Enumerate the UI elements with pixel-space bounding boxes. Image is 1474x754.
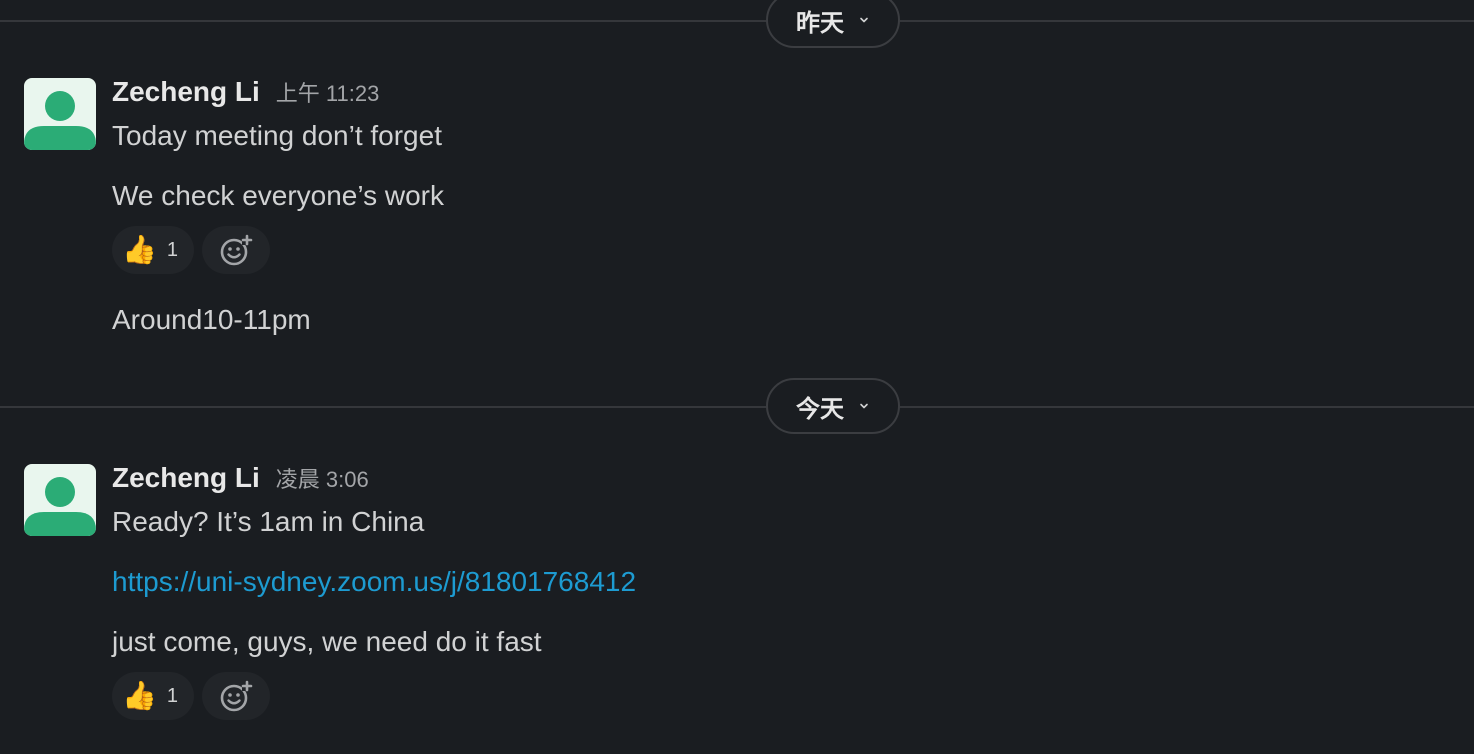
thumbs-up-icon: 👍	[122, 680, 157, 711]
message-timestamp[interactable]: 上午 11:23	[276, 76, 380, 108]
author-name[interactable]: Zecheng Li	[112, 76, 260, 108]
date-label: 昨天	[796, 9, 844, 37]
reaction-thumbs-up[interactable]: 👍 1	[112, 672, 194, 720]
add-reaction-button[interactable]	[202, 226, 270, 274]
author-name[interactable]: Zecheng Li	[112, 462, 260, 494]
message-text: Today meeting don’t forget	[112, 120, 442, 151]
date-label: 今天	[796, 395, 844, 423]
message-text: just come, guys, we need do it fast	[112, 626, 542, 657]
reaction-count: 1	[166, 684, 178, 707]
reaction-bar: 👍 1	[112, 672, 270, 720]
avatar[interactable]	[24, 78, 96, 150]
message-text: Around10-11pm	[112, 304, 311, 335]
day-divider-line	[0, 406, 1474, 408]
meeting-link[interactable]: https://uni-sydney.zoom.us/j/81801768412	[112, 566, 636, 598]
reaction-count: 1	[166, 238, 178, 261]
date-separator-yesterday[interactable]: 昨天	[766, 0, 900, 48]
chevron-down-icon	[860, 17, 868, 23]
message-timestamp[interactable]: 凌晨 3:06	[276, 462, 369, 494]
add-reaction-icon	[220, 234, 253, 266]
reaction-thumbs-up[interactable]: 👍 1	[112, 226, 194, 274]
chevron-down-icon	[860, 403, 868, 409]
user-avatar-icon	[24, 477, 96, 536]
add-reaction-icon	[220, 680, 253, 712]
message-text: Ready? It’s 1am in China	[112, 506, 425, 537]
add-reaction-button[interactable]	[202, 672, 270, 720]
message-feed: 昨天 Zecheng Li 上午 11:23 Today meeting don…	[0, 0, 1474, 754]
date-separator-today[interactable]: 今天	[766, 378, 900, 434]
reaction-bar: 👍 1	[112, 226, 270, 274]
avatar[interactable]	[24, 464, 96, 536]
day-divider-line	[0, 20, 1474, 22]
message-text: We check everyone’s work	[112, 180, 444, 211]
user-avatar-icon	[24, 91, 96, 150]
thumbs-up-icon: 👍	[122, 234, 157, 265]
